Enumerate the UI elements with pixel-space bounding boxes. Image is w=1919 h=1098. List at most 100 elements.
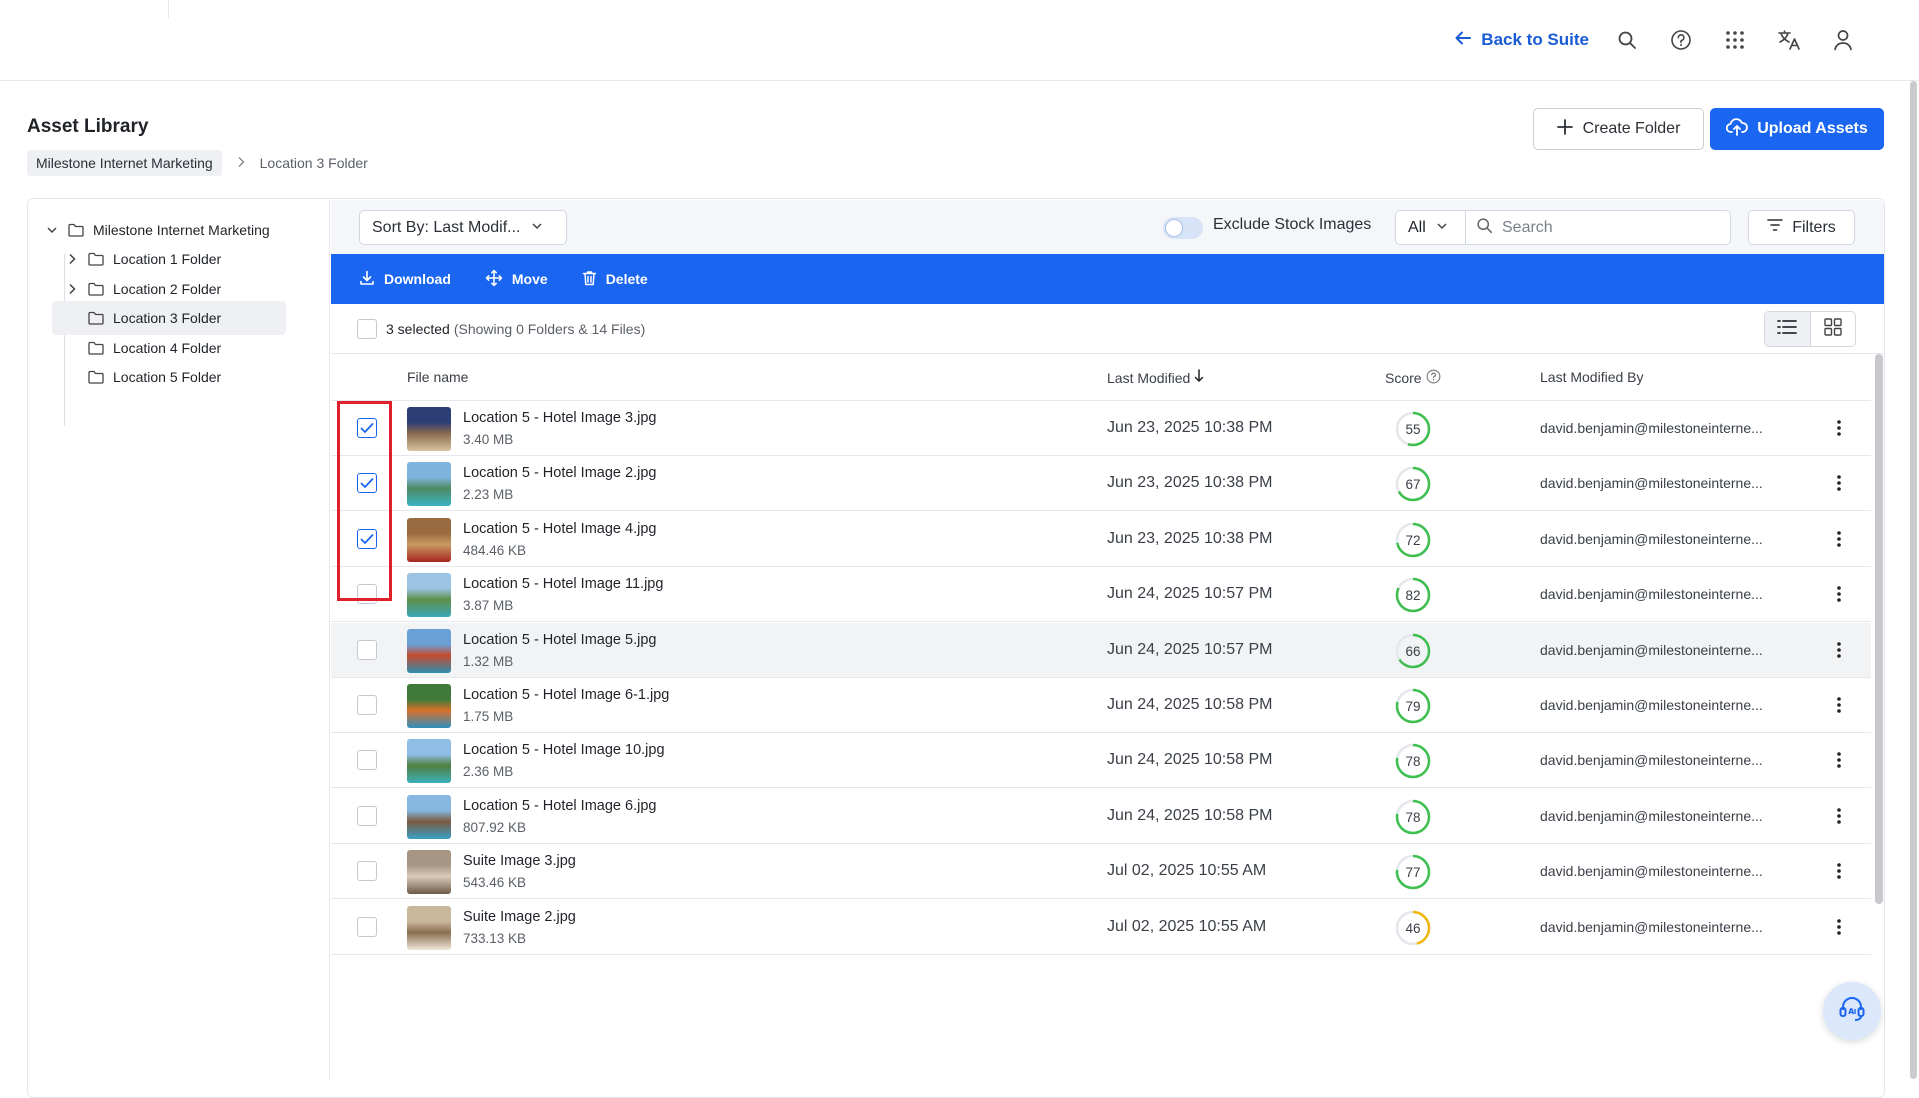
file-thumbnail[interactable] (407, 684, 451, 728)
search-icon (1476, 217, 1493, 239)
more-options-icon[interactable] (1827, 804, 1851, 828)
user-icon[interactable] (1827, 24, 1859, 56)
scope-dropdown[interactable]: All (1395, 210, 1466, 245)
table-row[interactable]: Location 5 - Hotel Image 2.jpg 2.23 MB Jun… (331, 456, 1871, 511)
row-checkbox[interactable] (357, 806, 377, 826)
file-name[interactable]: Suite Image 2.jpg (463, 909, 576, 925)
filters-button[interactable]: Filters (1748, 210, 1855, 245)
file-name[interactable]: Location 5 - Hotel Image 10.jpg (463, 742, 665, 758)
top-actions: Back to Suite (1453, 24, 1859, 56)
search-input[interactable] (1502, 218, 1712, 237)
more-options-icon[interactable] (1827, 416, 1851, 440)
file-name[interactable]: Location 5 - Hotel Image 11.jpg (463, 576, 663, 592)
row-checkbox[interactable] (357, 917, 377, 937)
exclude-stock-toggle[interactable] (1163, 217, 1203, 239)
file-name[interactable]: Location 5 - Hotel Image 3.jpg (463, 410, 656, 426)
file-thumbnail[interactable] (407, 462, 451, 506)
table-row[interactable]: Location 5 - Hotel Image 3.jpg 3.40 MB Jun… (331, 401, 1871, 456)
file-thumbnail[interactable] (407, 407, 451, 451)
row-checkbox[interactable] (357, 584, 377, 604)
row-checkbox[interactable] (357, 640, 377, 660)
file-name[interactable]: Suite Image 3.jpg (463, 853, 576, 869)
tree-item-location-3[interactable]: Location 3 Folder (52, 301, 286, 335)
ai-assistant-button[interactable] (1823, 982, 1881, 1040)
file-size: 3.40 MB (463, 432, 514, 447)
chevron-down-icon[interactable] (44, 224, 60, 236)
delete-button[interactable]: Delete (582, 270, 648, 289)
file-name[interactable]: Location 5 - Hotel Image 6.jpg (463, 798, 656, 814)
grid-view-button[interactable] (1811, 312, 1856, 346)
column-file-name[interactable]: File name (407, 369, 468, 385)
showing-summary: (Showing 0 Folders & 14 Files) (453, 321, 646, 337)
more-options-icon[interactable] (1827, 859, 1851, 883)
last-modified-by: david.benjamin@milestoneinterne... (1540, 531, 1763, 547)
file-thumbnail[interactable] (407, 518, 451, 562)
column-last-modified-by[interactable]: Last Modified By (1540, 369, 1644, 385)
translate-icon[interactable] (1773, 24, 1805, 56)
breadcrumb-root[interactable]: Milestone Internet Marketing (27, 150, 222, 176)
tree-item-location-1[interactable]: Location 1 Folder (64, 242, 221, 276)
table-scrollbar[interactable] (1875, 354, 1883, 904)
more-options-icon[interactable] (1827, 582, 1851, 606)
column-score[interactable]: Score (1385, 369, 1441, 387)
list-view-button[interactable] (1765, 312, 1811, 346)
column-last-modified[interactable]: Last Modified (1107, 369, 1204, 386)
page-scrollbar[interactable] (1910, 81, 1917, 1079)
score-value: 67 (1405, 476, 1421, 492)
file-name[interactable]: Location 5 - Hotel Image 5.jpg (463, 632, 656, 648)
table-row[interactable]: Suite Image 2.jpg 733.13 KB Jul 02, 2025 1… (331, 900, 1871, 955)
more-options-icon[interactable] (1827, 915, 1851, 939)
table-row[interactable]: Location 5 - Hotel Image 4.jpg 484.46 KB J… (331, 512, 1871, 567)
row-checkbox[interactable] (357, 473, 377, 493)
info-icon[interactable] (1426, 369, 1441, 387)
search-icon[interactable] (1611, 24, 1643, 56)
table-row[interactable]: Location 5 - Hotel Image 10.jpg 2.36 MB Ju… (331, 733, 1871, 788)
more-options-icon[interactable] (1827, 693, 1851, 717)
breadcrumb-current: Location 3 Folder (259, 155, 368, 171)
row-checkbox[interactable] (357, 750, 377, 770)
upload-assets-button[interactable]: Upload Assets (1710, 108, 1884, 150)
row-checkbox[interactable] (357, 529, 377, 549)
page-title: Asset Library (27, 116, 149, 137)
upload-assets-label: Upload Assets (1757, 120, 1868, 137)
tree-item-location-5[interactable]: Location 5 Folder (64, 360, 221, 394)
file-name[interactable]: Location 5 - Hotel Image 6-1.jpg (463, 687, 669, 703)
file-size: 1.32 MB (463, 654, 514, 669)
file-thumbnail[interactable] (407, 573, 451, 617)
chevron-right-icon[interactable] (64, 283, 80, 295)
table-row[interactable]: Location 5 - Hotel Image 6-1.jpg 1.75 MB J… (331, 678, 1871, 733)
file-name[interactable]: Location 5 - Hotel Image 2.jpg (463, 465, 656, 481)
select-all-checkbox[interactable] (357, 319, 377, 339)
help-icon[interactable] (1665, 24, 1697, 56)
file-name[interactable]: Location 5 - Hotel Image 4.jpg (463, 521, 656, 537)
more-options-icon[interactable] (1827, 471, 1851, 495)
row-checkbox[interactable] (357, 695, 377, 715)
last-modified-date: Jun 23, 2025 10:38 PM (1107, 419, 1273, 436)
file-thumbnail[interactable] (407, 850, 451, 894)
table-row[interactable]: Suite Image 3.jpg 543.46 KB Jul 02, 2025 1… (331, 844, 1871, 899)
row-checkbox[interactable] (357, 861, 377, 881)
exclude-stock-label: Exclude Stock Images (1213, 216, 1372, 233)
more-options-icon[interactable] (1827, 748, 1851, 772)
table-row[interactable]: Location 5 - Hotel Image 11.jpg 3.87 MB Ju… (331, 567, 1871, 622)
row-checkbox[interactable] (357, 418, 377, 438)
table-row[interactable]: Location 5 - Hotel Image 5.jpg 1.32 MB Jun… (331, 623, 1871, 678)
folder-tree: Milestone Internet Marketing Location 1 … (28, 200, 330, 1079)
more-options-icon[interactable] (1827, 638, 1851, 662)
file-thumbnail[interactable] (407, 629, 451, 673)
file-thumbnail[interactable] (407, 906, 451, 950)
table-row[interactable]: Location 5 - Hotel Image 6.jpg 807.92 KB J… (331, 789, 1871, 844)
sort-dropdown[interactable]: Sort By: Last Modif... (359, 210, 567, 245)
file-thumbnail[interactable] (407, 795, 451, 839)
back-to-suite-link[interactable]: Back to Suite (1453, 28, 1589, 53)
apps-grid-icon[interactable] (1719, 24, 1751, 56)
download-button[interactable]: Download (359, 270, 451, 289)
filters-label: Filters (1792, 218, 1836, 236)
more-options-icon[interactable] (1827, 527, 1851, 551)
chevron-right-icon[interactable] (64, 253, 80, 265)
download-label: Download (384, 271, 451, 287)
file-thumbnail[interactable] (407, 739, 451, 783)
last-modified-date: Jun 24, 2025 10:58 PM (1107, 807, 1273, 824)
create-folder-button[interactable]: Create Folder (1533, 108, 1704, 150)
move-button[interactable]: Move (485, 269, 548, 290)
